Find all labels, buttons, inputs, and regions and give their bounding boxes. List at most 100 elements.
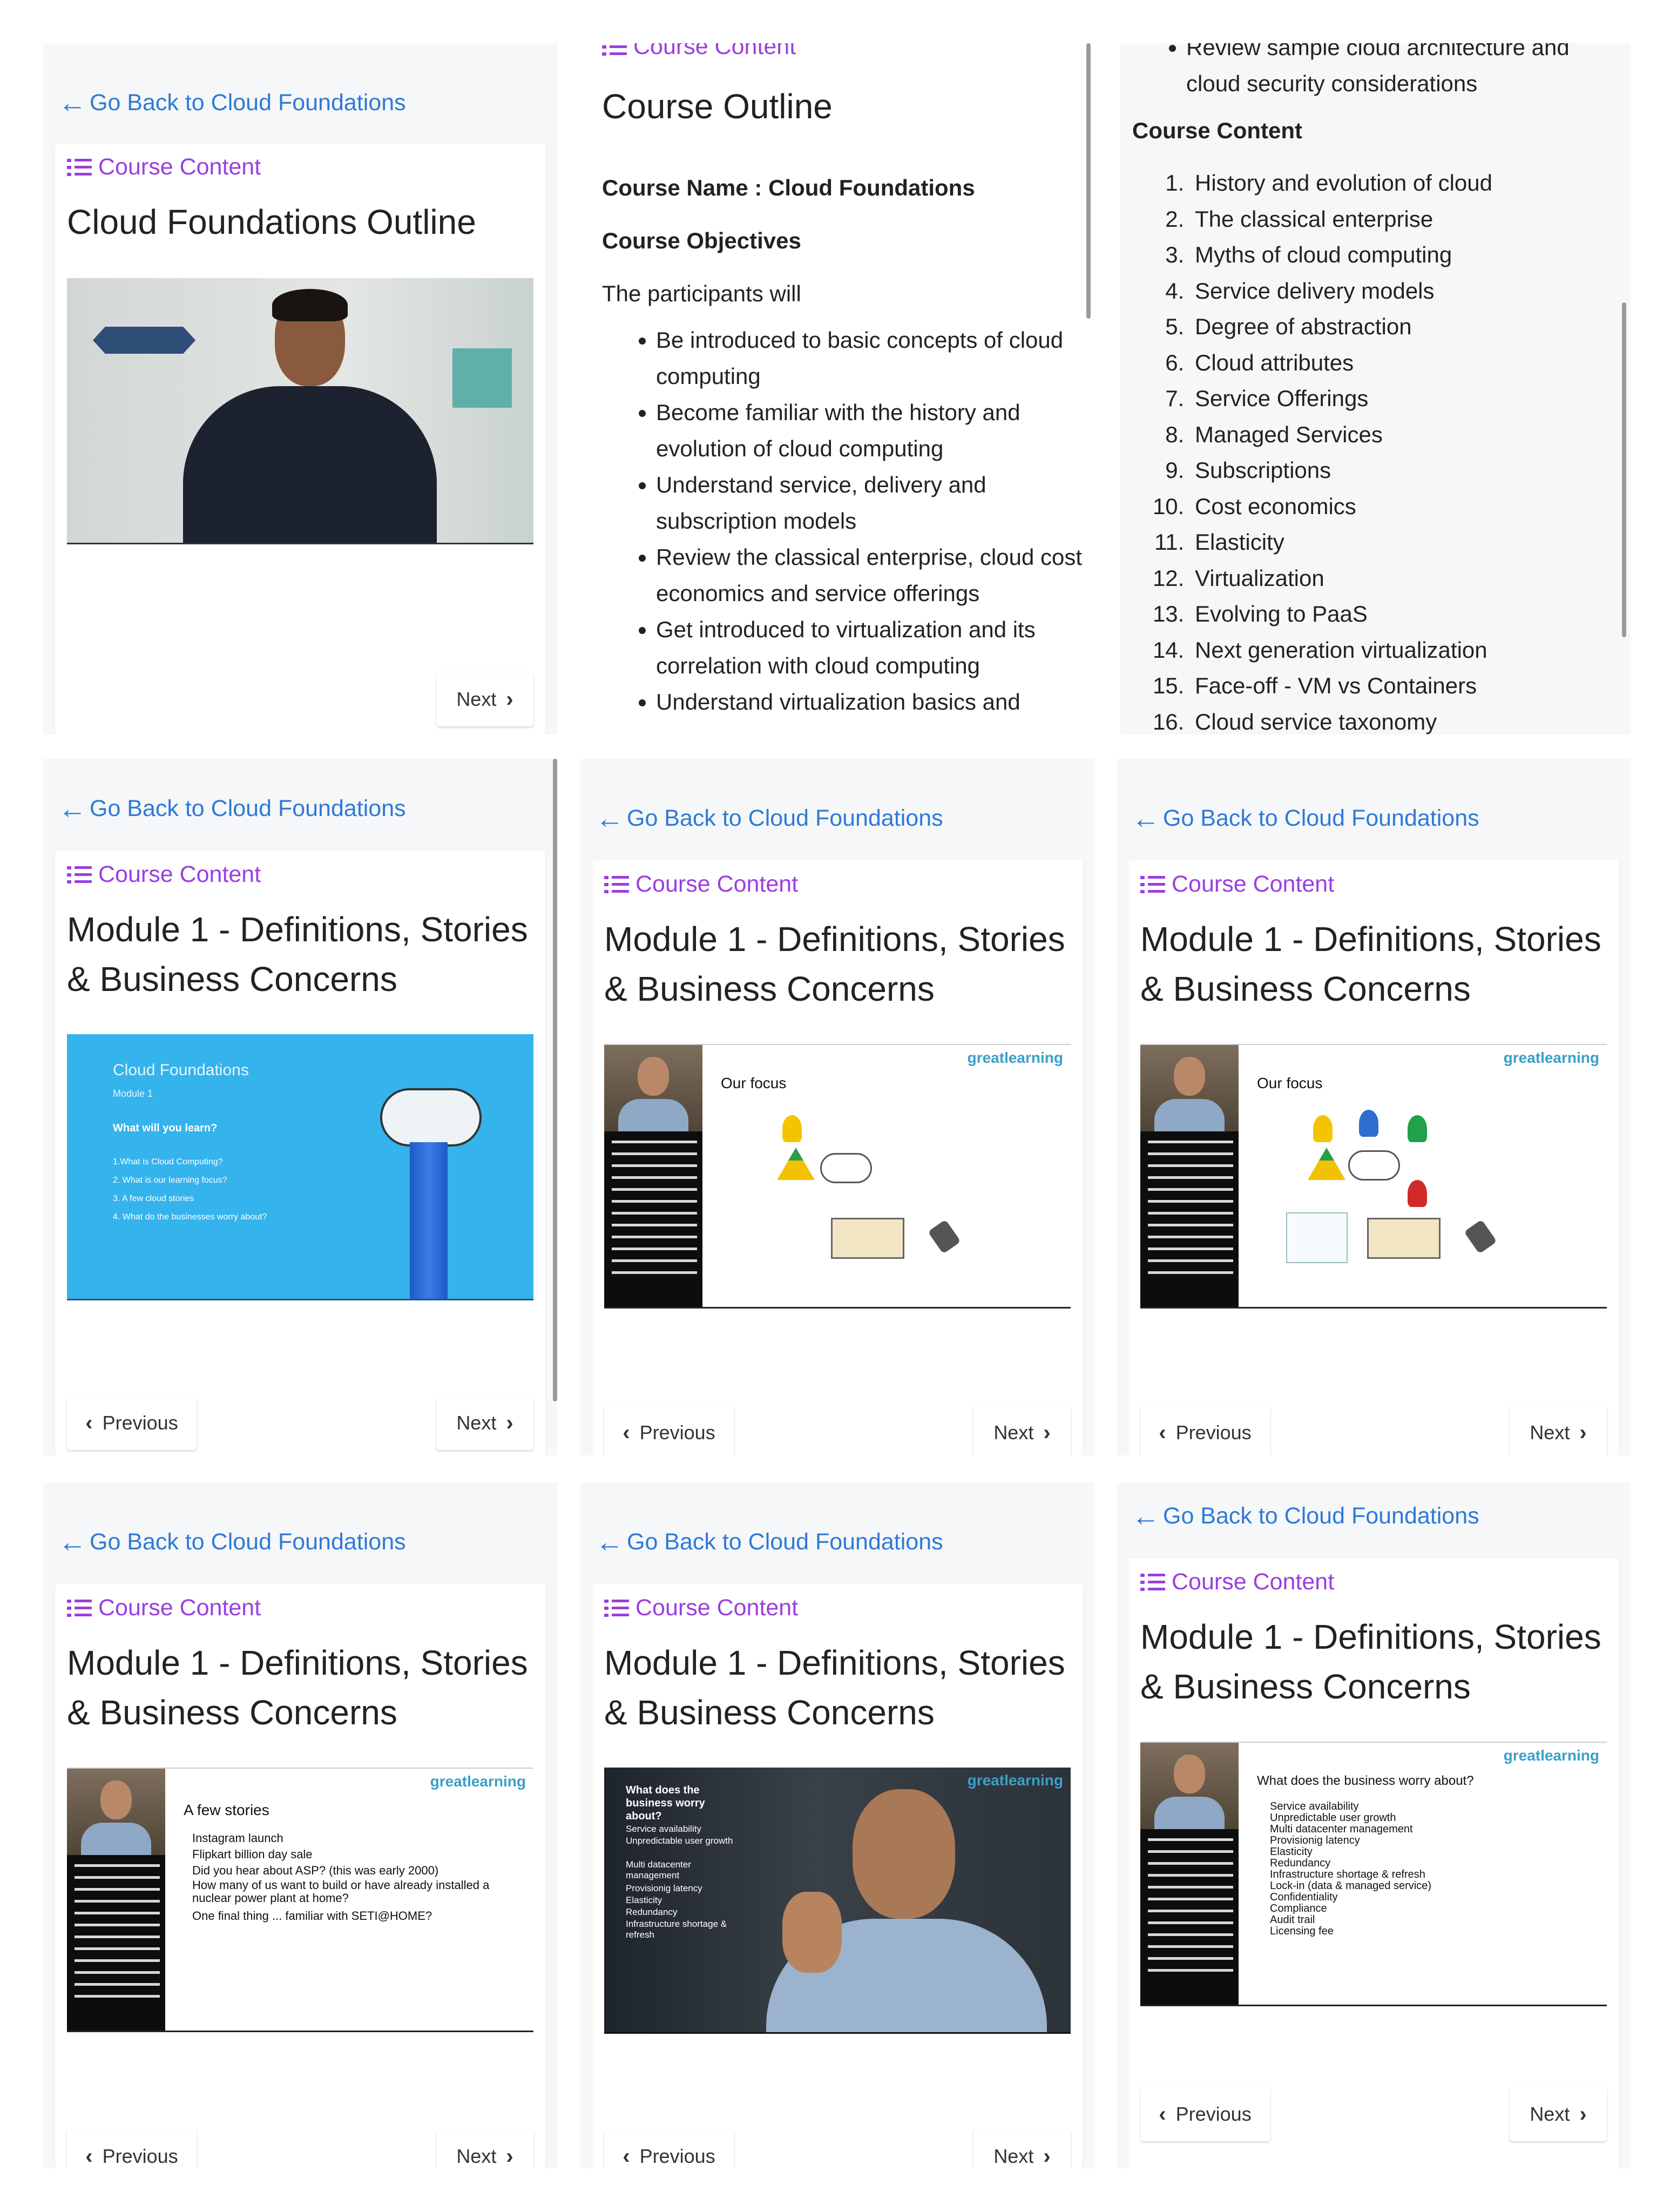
go-back-link[interactable]: ← Go Back to Cloud Foundations — [58, 89, 406, 117]
list-item: Myths of cloud computing — [1191, 237, 1619, 273]
go-back-link[interactable]: ← Go Back to Cloud Foundations — [596, 802, 943, 834]
previous-button[interactable]: ‹ Previous — [67, 2129, 197, 2168]
next-button[interactable]: Next › — [436, 2129, 533, 2168]
go-back-link[interactable]: ← Go Back to Cloud Foundations — [596, 1528, 943, 1556]
objectives-intro: The participants will — [602, 281, 801, 306]
go-back-link[interactable]: ← Go Back to Cloud Foundations — [58, 795, 406, 823]
course-content-toggle[interactable]: Course Content — [604, 871, 798, 898]
slide-brand: Cloud Foundations — [113, 1061, 249, 1079]
slide-bullet: Audit trail — [1270, 1914, 1315, 1926]
brand-logo: greatlearning — [967, 1772, 1063, 1789]
course-content-toggle[interactable]: Course Content — [67, 861, 261, 888]
video-overlay-item: Service availability — [626, 1824, 701, 1834]
person-icon — [1408, 1115, 1427, 1142]
lesson-video[interactable]: greatlearning What does the business wor… — [1140, 1742, 1607, 2006]
list-icon — [67, 158, 92, 177]
course-name: Course Name : Cloud Foundations — [602, 175, 975, 200]
lesson-card: Course Content Module 1 - Definitions, S… — [55, 851, 545, 1455]
next-button[interactable]: Next › — [973, 1406, 1071, 1455]
slide-title: Our focus — [1257, 1075, 1323, 1091]
course-content-toggle[interactable]: Course Content — [1140, 871, 1334, 898]
slide-bullet: Confidentiality — [1270, 1891, 1338, 1903]
scrollbar[interactable] — [1622, 302, 1626, 637]
lesson-video[interactable]: greatlearning A few stories Instagram la… — [67, 1768, 533, 2032]
screen-panel-3: Review sample cloud architecture and clo… — [1120, 43, 1631, 734]
course-content-toggle[interactable]: Course Content — [604, 1595, 798, 1621]
go-back-link[interactable]: ← Go Back to Cloud Foundations — [1132, 802, 1479, 834]
list-item: Get introduced to virtualization and its… — [656, 611, 1083, 684]
screen-panel-2: Course Content Course Outline Course Nam… — [590, 43, 1095, 734]
presenter-inset — [604, 1045, 702, 1131]
outline-body: Course Name : Cloud Foundations Course O… — [602, 174, 1083, 720]
slide-bullet: One final thing ... familiar with SETI@H… — [192, 1909, 432, 1923]
slide-bullet: Service availability — [1270, 1800, 1359, 1812]
slide-bullet: Infrastructure shortage & refresh — [1270, 1869, 1425, 1880]
course-content-toggle[interactable]: Course Content — [67, 1595, 261, 1621]
next-button[interactable]: Next › — [973, 2129, 1071, 2168]
slide-bullet: Redundancy — [1270, 1857, 1331, 1869]
list-icon — [604, 875, 629, 894]
screen-panel-5: ← Go Back to Cloud Foundations Course Con… — [580, 759, 1094, 1455]
previous-button[interactable]: ‹ Previous — [1140, 2087, 1270, 2141]
screen-panel-9: ← Go Back to Cloud Foundations Course Con… — [1117, 1482, 1631, 2168]
chevron-left-icon: ‹ — [1159, 1420, 1166, 1445]
slide-frame: greatlearning Our focus — [604, 1044, 1071, 1309]
lesson-video[interactable]: greatlearning What does the business wor… — [604, 1768, 1071, 2034]
arrow-left-icon: ← — [1132, 802, 1160, 834]
slide-bullet: Did you hear about ASP? (this was early … — [192, 1864, 439, 1877]
factory-graphic — [831, 1218, 904, 1259]
go-back-link[interactable]: ← Go Back to Cloud Foundations — [58, 1528, 406, 1556]
slide-bullet: Unpredictable user growth — [1270, 1812, 1396, 1824]
next-button[interactable]: Next › — [1510, 1406, 1607, 1455]
previous-button[interactable]: ‹ Previous — [604, 1406, 734, 1455]
lesson-video[interactable] — [67, 278, 533, 544]
list-icon — [67, 1599, 92, 1618]
lesson-title: Module 1 - Definitions, Stories & Busine… — [1140, 1617, 1601, 1706]
video-overlay-item: Redundancy — [626, 1907, 678, 1917]
arrow-left-icon: ← — [596, 802, 624, 834]
next-button[interactable]: Next › — [1510, 2087, 1607, 2141]
chevron-right-icon: › — [506, 1411, 513, 1435]
slide-item: 1.What is Cloud Computing? — [113, 1157, 223, 1166]
lesson-video[interactable]: Cloud Foundations Module 1 What will you… — [67, 1034, 533, 1300]
gear-graphic — [1464, 1219, 1497, 1254]
slide-item: 3. A few cloud stories — [113, 1194, 194, 1203]
slide-bullet: Provisionig latency — [1270, 1835, 1360, 1846]
lesson-video[interactable]: greatlearning Our focus — [604, 1044, 1071, 1309]
cloud-graphic — [1348, 1150, 1400, 1181]
list-item: The classical enterprise — [1191, 201, 1619, 238]
chevron-left-icon: ‹ — [623, 1420, 630, 1445]
course-content-toggle[interactable]: Course Content — [67, 154, 261, 180]
video-thumbnail-tag — [93, 327, 195, 354]
previous-button[interactable]: ‹ Previous — [604, 2129, 734, 2168]
presenter-hair — [272, 289, 348, 321]
lesson-title: Module 1 - Definitions, Stories & Busine… — [67, 1643, 528, 1732]
previous-button[interactable]: ‹ Previous — [1140, 1406, 1270, 1455]
lesson-video[interactable]: greatlearning Our focus — [1140, 1044, 1607, 1309]
slide-frame: greatlearning A few stories Instagram la… — [67, 1768, 533, 2032]
chevron-right-icon: › — [1579, 2102, 1587, 2126]
next-button[interactable]: Next › — [436, 1396, 533, 1450]
outline-heading: Course Outline — [602, 87, 833, 126]
scrollbar[interactable] — [1086, 43, 1091, 319]
lesson-title: Cloud Foundations Outline — [67, 203, 476, 241]
scrollbar[interactable] — [553, 759, 557, 1401]
previous-button[interactable]: ‹ Previous — [67, 1396, 197, 1450]
course-content-toggle[interactable]: Course Content — [602, 43, 796, 60]
next-button[interactable]: Next › — [436, 672, 533, 726]
screen-panel-4: ← Go Back to Cloud Foundations Course Con… — [43, 759, 557, 1455]
cloud-graphic — [380, 1088, 482, 1147]
chevron-right-icon: › — [1043, 2144, 1051, 2168]
go-back-link[interactable]: ← Go Back to Cloud Foundations — [1132, 1500, 1479, 1532]
slide-title: A few stories — [184, 1802, 269, 1818]
slide-frame: greatlearning Our focus — [1140, 1044, 1607, 1309]
course-content-toggle[interactable]: Course Content — [1140, 1569, 1334, 1595]
wall-decor — [452, 348, 512, 408]
slide-bullet: Lock-in (data & managed service) — [1270, 1880, 1432, 1892]
list-item: Cost economics — [1191, 489, 1619, 525]
slide-agenda-sidebar — [1140, 1829, 1239, 2005]
list-item: Cloud service taxonomy — [1191, 704, 1619, 735]
pyramid-graphic — [777, 1148, 815, 1180]
arrow-left-icon: ← — [1132, 1500, 1160, 1532]
chevron-left-icon: ‹ — [1159, 2102, 1166, 2126]
